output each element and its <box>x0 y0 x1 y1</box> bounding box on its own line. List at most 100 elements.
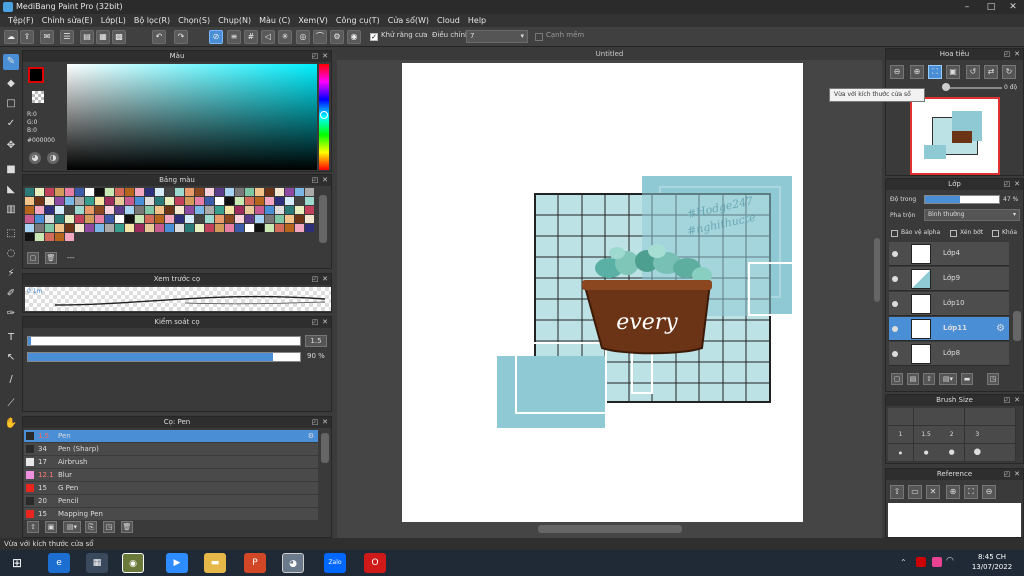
palette-swatch[interactable] <box>115 224 124 232</box>
palette-swatch[interactable] <box>275 206 284 214</box>
palette-swatch[interactable] <box>265 197 274 205</box>
panel-close-icon[interactable]: ✕ <box>1013 470 1021 478</box>
document-tab[interactable]: Untitled <box>337 48 882 60</box>
palette-swatch[interactable] <box>105 188 114 196</box>
rotate-right-icon[interactable]: ↻ <box>1002 65 1016 79</box>
palette-swatch[interactable] <box>75 206 84 214</box>
palette-swatch[interactable] <box>175 224 184 232</box>
new-palette-icon[interactable]: ▢ <box>27 252 39 264</box>
palette-swatch[interactable] <box>115 206 124 214</box>
palette-swatch[interactable] <box>175 215 184 223</box>
undock-icon[interactable]: ◰ <box>1003 50 1011 58</box>
brush-size-value[interactable]: 1.5 <box>305 335 327 347</box>
palette-swatch[interactable] <box>145 224 154 232</box>
palette-swatch[interactable] <box>165 197 174 205</box>
reference-canvas[interactable] <box>888 503 1021 537</box>
protect-alpha-checkbox[interactable] <box>891 230 898 237</box>
palette-swatch[interactable] <box>165 206 174 214</box>
palette-swatch[interactable] <box>45 215 54 223</box>
palette-swatch[interactable] <box>85 233 94 241</box>
palette-swatch[interactable] <box>135 197 144 205</box>
file-explorer-icon[interactable]: ▬ <box>204 553 226 573</box>
menu-view[interactable]: Xem(V) <box>294 14 332 27</box>
text-tool-icon[interactable]: T <box>3 330 19 346</box>
palette-swatch[interactable] <box>65 233 74 241</box>
brush-settings-icon[interactable]: ⚙ <box>308 430 314 442</box>
circle-snap-icon[interactable]: ◎ <box>296 30 310 44</box>
no-snap-icon[interactable]: ⊘ <box>209 30 223 44</box>
palette-swatch[interactable] <box>45 197 54 205</box>
clock[interactable]: 8:45 CH 13/07/2022 <box>964 552 1020 574</box>
saturation-value-picker[interactable] <box>67 64 317 170</box>
palette-swatch[interactable] <box>165 188 174 196</box>
menu-select[interactable]: Chọn(S) <box>174 14 214 27</box>
palette-swatch[interactable] <box>205 206 214 214</box>
rotate-left-icon[interactable]: ↺ <box>966 65 980 79</box>
palette-swatch[interactable] <box>275 224 284 232</box>
palette-swatch[interactable] <box>75 215 84 223</box>
palette-swatch[interactable] <box>115 188 124 196</box>
brush-size-slider[interactable] <box>27 336 301 346</box>
palette-swatch[interactable] <box>205 224 214 232</box>
fill-tool-icon[interactable]: ◣ <box>3 182 19 198</box>
canvas-horizontal-scrollbar[interactable] <box>538 525 682 533</box>
palette-swatch[interactable] <box>215 233 224 241</box>
palette-swatch[interactable] <box>165 215 174 223</box>
palette-swatch[interactable] <box>55 233 64 241</box>
brush-item[interactable]: 15 G Pen <box>24 482 318 494</box>
drawing-canvas[interactable]: #Hodge247 #nghithucte every <box>402 63 803 522</box>
lock-checkbox[interactable] <box>992 230 999 237</box>
brush-add-menu-icon[interactable]: ▤▾ <box>63 521 81 533</box>
brush-folder-icon[interactable]: ▣ <box>45 521 57 533</box>
panel-close-icon[interactable]: ✕ <box>321 275 329 283</box>
reference-upload-icon[interactable]: ⇧ <box>890 485 904 499</box>
panel-close-icon[interactable]: ✕ <box>321 52 329 60</box>
palette-swatch[interactable] <box>55 188 64 196</box>
menu-edit[interactable]: Chỉnh sửa(E) <box>38 14 97 27</box>
palette-swatch[interactable] <box>25 188 34 196</box>
network-icon[interactable]: ◠ <box>946 556 954 566</box>
radial-snap-icon[interactable]: ✳ <box>278 30 292 44</box>
palette-swatch[interactable] <box>165 233 174 241</box>
cloud-icon[interactable]: ☁ <box>4 30 18 44</box>
palette-swatch[interactable] <box>285 188 294 196</box>
brush-size-cell[interactable] <box>964 408 990 425</box>
palette-swatch[interactable] <box>105 215 114 223</box>
angle-slider-handle[interactable] <box>942 83 950 91</box>
palette-swatch[interactable] <box>75 224 84 232</box>
page-icon[interactable]: ▤ <box>80 30 94 44</box>
palette-swatch[interactable] <box>65 224 74 232</box>
dot-tool-icon[interactable]: □ <box>3 96 19 112</box>
layer-visibility-icon[interactable] <box>892 251 898 257</box>
brush-size-cell[interactable] <box>990 426 1016 443</box>
palette-swatch[interactable] <box>215 197 224 205</box>
brush-size-cell[interactable] <box>888 408 913 425</box>
redo-icon[interactable]: ↷ <box>174 30 188 44</box>
select-tool-icon[interactable]: ⬚ <box>3 226 19 242</box>
palette-swatch[interactable] <box>195 197 204 205</box>
palette-swatch[interactable] <box>225 215 234 223</box>
new-halftone-layer-icon[interactable]: ▤ <box>907 373 919 385</box>
palette-swatch[interactable] <box>155 233 164 241</box>
undock-icon[interactable]: ◰ <box>1003 396 1011 404</box>
menu-layer[interactable]: Lớp(L) <box>97 14 130 27</box>
palette-swatch[interactable] <box>235 224 244 232</box>
layer-row[interactable]: Lớp11 ⚙ <box>889 317 1009 341</box>
palette-swatch[interactable] <box>155 224 164 232</box>
palette-swatch[interactable] <box>55 206 64 214</box>
layer-visibility-icon[interactable] <box>892 301 898 307</box>
palette-swatch[interactable] <box>35 233 44 241</box>
secondary-color-swatch[interactable] <box>32 91 44 103</box>
operation-tool-icon[interactable]: ↖ <box>3 350 19 366</box>
select-pen-icon[interactable]: ✐ <box>3 286 19 302</box>
palette-swatch[interactable] <box>225 206 234 214</box>
reference-open-icon[interactable]: ▭ <box>908 485 922 499</box>
panel-close-icon[interactable]: ✕ <box>1013 396 1021 404</box>
reference-zoom-out-icon[interactable]: ⊖ <box>982 485 996 499</box>
palette-swatch[interactable] <box>105 224 114 232</box>
menu-filter[interactable]: Bộ lọc(R) <box>130 14 174 27</box>
palette-swatch[interactable] <box>95 233 104 241</box>
layer-add-menu-icon[interactable]: ▤▾ <box>939 373 957 385</box>
palette-swatch[interactable] <box>105 206 114 214</box>
medibang-icon[interactable]: ◕ <box>282 553 304 573</box>
